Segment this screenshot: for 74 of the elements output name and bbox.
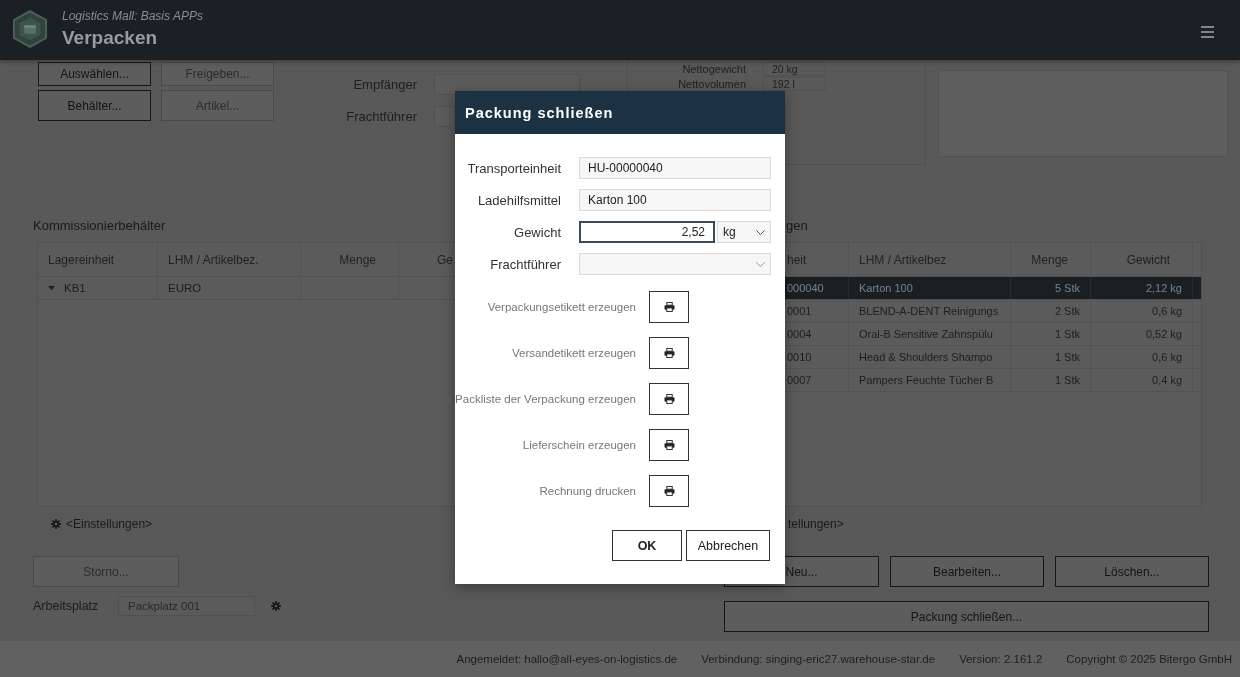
dialog-button[interactable]: Abbrechen [686, 530, 770, 561]
chevron-down-icon [756, 229, 765, 235]
status-text: Verbindung: singing-eric27.warehouse-star.de [701, 653, 936, 665]
column-header[interactable]: Menge [301, 243, 399, 276]
status-text: Angemeldet: hallo@all-eyes-on-logistics.de [456, 653, 678, 665]
print-action-label: Verpackungsetikett erzeugen [486, 301, 636, 313]
text-field[interactable]: Karton 100 [579, 189, 771, 211]
table-cell: 0,52 kg [1091, 323, 1193, 345]
toolbar-button[interactable]: Behälter... [38, 90, 151, 121]
print-button[interactable] [649, 337, 689, 369]
field-label: Nettovolumen [677, 78, 746, 90]
table-cell: KB1 [64, 282, 86, 294]
column-header[interactable]: Gewicht [1091, 243, 1193, 276]
print-button[interactable] [649, 429, 689, 461]
print-button[interactable] [649, 383, 689, 415]
column-header[interactable]: LHM / Artikelbez [849, 243, 1011, 276]
print-action-label: Packliste der Verpackung erzeugen [455, 393, 636, 405]
field-label: Gewicht [513, 224, 561, 240]
printer-icon [663, 486, 675, 496]
caret-down-icon[interactable] [48, 286, 55, 290]
hexagon-logo-icon [13, 10, 47, 48]
action-button[interactable]: Bearbeiten... [890, 556, 1044, 587]
table-cell: Karton 100 [849, 277, 1011, 299]
toolbar-button[interactable]: Auswählen... [38, 62, 151, 86]
field-label: Empfänger [352, 77, 417, 92]
action-button[interactable]: Löschen... [1055, 556, 1209, 587]
table-cell: 2,12 kg [1091, 277, 1193, 299]
text-field[interactable]: HU-00000040 [579, 157, 771, 179]
printer-icon [663, 440, 675, 450]
column-header[interactable]: Lagereinheit [38, 243, 158, 276]
printer-icon [663, 394, 675, 404]
action-button[interactable]: Packung schließen... [724, 601, 1209, 632]
section-title: Kommissionierbehälter [33, 218, 166, 233]
dropdown-field[interactable] [579, 253, 771, 275]
table-cell: BLEND-A-DENT Reinigungs [849, 300, 1011, 322]
column-header[interactable]: Menge [1011, 243, 1091, 276]
table-cell: 1 Stk [1011, 369, 1091, 391]
print-button[interactable] [649, 291, 689, 323]
print-action-label: Versandetikett erzeugen [510, 347, 636, 359]
table-cell: Head & Shoulders Shampo [849, 346, 1011, 368]
table-cell: 1 Stk [1011, 323, 1091, 345]
field-label: Frachtführer [489, 256, 561, 272]
field-label: Frachtführer [345, 109, 417, 124]
status-text: Version: 2.161.2 [959, 653, 1043, 665]
print-action-label: Lieferschein erzeugen [521, 439, 636, 451]
print-button[interactable] [649, 475, 689, 507]
status-text: Copyright © 2025 Bitergo GmbH [1066, 653, 1232, 665]
table-cell: Pampers Feuchte Tücher B [849, 369, 1011, 391]
table-cell: EURO [158, 277, 301, 299]
menu-icon[interactable] [1201, 26, 1214, 38]
table-cell: 5 Stk [1011, 277, 1091, 299]
dialog-title: Packung schließen [465, 104, 614, 121]
field-label: Transporteinheit [466, 160, 561, 176]
settings-icon[interactable] [51, 519, 61, 529]
printer-icon [663, 302, 675, 312]
number-field[interactable]: 2,52 [579, 221, 715, 243]
field-label: Arbeitsplatz [33, 599, 100, 613]
settings-link[interactable]: <Einstellungen> [66, 517, 153, 531]
table-cell: Oral-B Sensitive Zahnspülu [849, 323, 1011, 345]
table-cell: 1 Stk [1011, 346, 1091, 368]
table-cell: 2 Stk [1011, 300, 1091, 322]
app-subtitle: Logistics Mall: Basis APPs [62, 9, 203, 23]
section-title: gen [786, 218, 808, 233]
print-action-label: Rechnung drucken [538, 485, 636, 497]
field-label: Nettogewicht [681, 63, 746, 75]
dialog-button[interactable]: OK [612, 530, 682, 561]
column-header[interactable]: LHM / Artikelbez. [158, 243, 301, 276]
page-title: Verpacken [62, 27, 158, 49]
settings-icon[interactable] [271, 601, 281, 611]
unit-dropdown[interactable]: kg [717, 221, 771, 243]
settings-link[interactable]: tellungen> [788, 517, 844, 531]
printer-icon [663, 348, 675, 358]
chevron-down-icon [756, 261, 765, 267]
field-label: Ladehilfsmittel [476, 192, 561, 208]
